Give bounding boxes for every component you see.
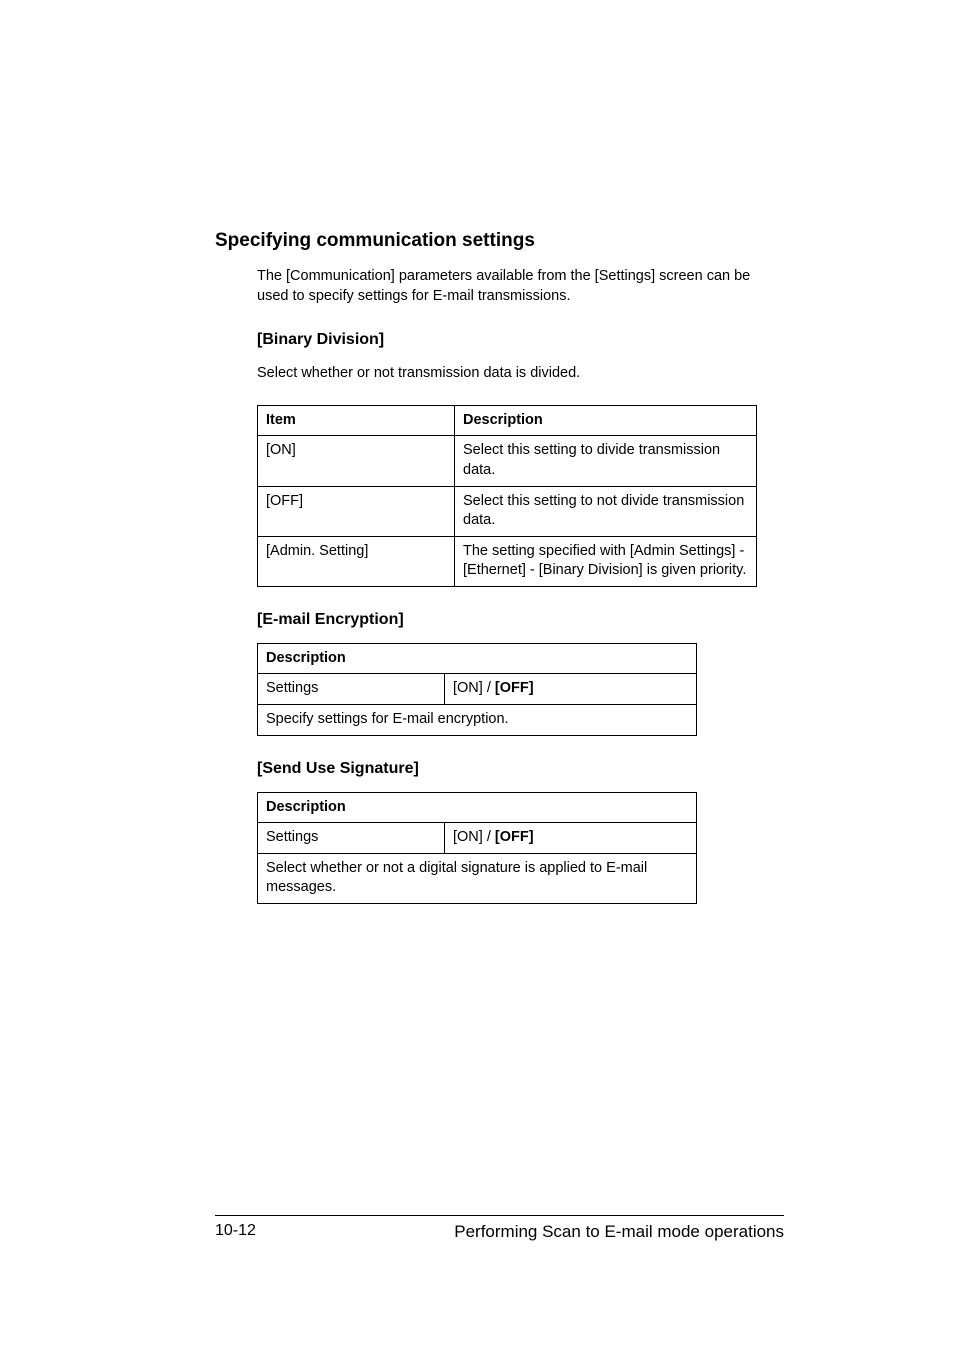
footer-row: 10-12 Performing Scan to E-mail mode ope… [215, 1222, 784, 1242]
table-cell-settings-label: Settings [258, 674, 445, 705]
table-cell-settings-value: [ON] / [OFF] [445, 823, 697, 854]
table-header-item: Item [258, 405, 455, 436]
document-page: Specifying communication settings The [C… [0, 0, 954, 1350]
table-row: [Admin. Setting] The setting specified w… [258, 536, 757, 586]
settings-value-bold: [OFF] [495, 829, 534, 845]
email-encryption-heading: [E-mail Encryption] [257, 611, 784, 629]
table-cell-note: Specify settings for E-mail encryption. [258, 704, 697, 735]
table-cell-item: [Admin. Setting] [258, 536, 455, 586]
table-cell-item: [OFF] [258, 486, 455, 536]
section-heading: Specifying communication settings [215, 230, 784, 252]
table-header-row: Description [258, 643, 697, 674]
table-row: Specify settings for E-mail encryption. [258, 704, 697, 735]
table-header-description: Description [455, 405, 757, 436]
table-row: [ON] Select this setting to divide trans… [258, 436, 757, 486]
table-cell-item: [ON] [258, 436, 455, 486]
table-header-description: Description [258, 792, 697, 823]
settings-value-plain: [ON] / [453, 680, 495, 696]
table-cell-desc: Select this setting to divide transmissi… [455, 436, 757, 486]
table-header-description: Description [258, 643, 697, 674]
footer-rule [215, 1215, 784, 1216]
table-header-row: Description [258, 792, 697, 823]
table-cell-settings-value: [ON] / [OFF] [445, 674, 697, 705]
binary-division-table: Item Description [ON] Select this settin… [257, 405, 757, 587]
binary-division-intro: Select whether or not transmission data … [257, 363, 784, 383]
page-footer: 10-12 Performing Scan to E-mail mode ope… [215, 1215, 784, 1242]
table-cell-settings-label: Settings [258, 823, 445, 854]
table-cell-desc: Select this setting to not divide transm… [455, 486, 757, 536]
binary-division-heading: [Binary Division] [257, 331, 784, 349]
send-use-signature-heading: [Send Use Signature] [257, 760, 784, 778]
settings-value-bold: [OFF] [495, 680, 534, 696]
table-row: Settings [ON] / [OFF] [258, 823, 697, 854]
email-encryption-table: Description Settings [ON] / [OFF] Specif… [257, 643, 697, 736]
table-row: Settings [ON] / [OFF] [258, 674, 697, 705]
table-cell-note: Select whether or not a digital signatur… [258, 853, 697, 903]
table-row: [OFF] Select this setting to not divide … [258, 486, 757, 536]
footer-page-number: 10-12 [215, 1222, 256, 1242]
table-header-row: Item Description [258, 405, 757, 436]
settings-value-plain: [ON] / [453, 829, 495, 845]
send-use-signature-table: Description Settings [ON] / [OFF] Select… [257, 792, 697, 904]
section-intro: The [Communication] parameters available… [257, 266, 784, 307]
table-cell-desc: The setting specified with [Admin Settin… [455, 536, 757, 586]
table-row: Select whether or not a digital signatur… [258, 853, 697, 903]
footer-title: Performing Scan to E-mail mode operation… [454, 1222, 784, 1242]
